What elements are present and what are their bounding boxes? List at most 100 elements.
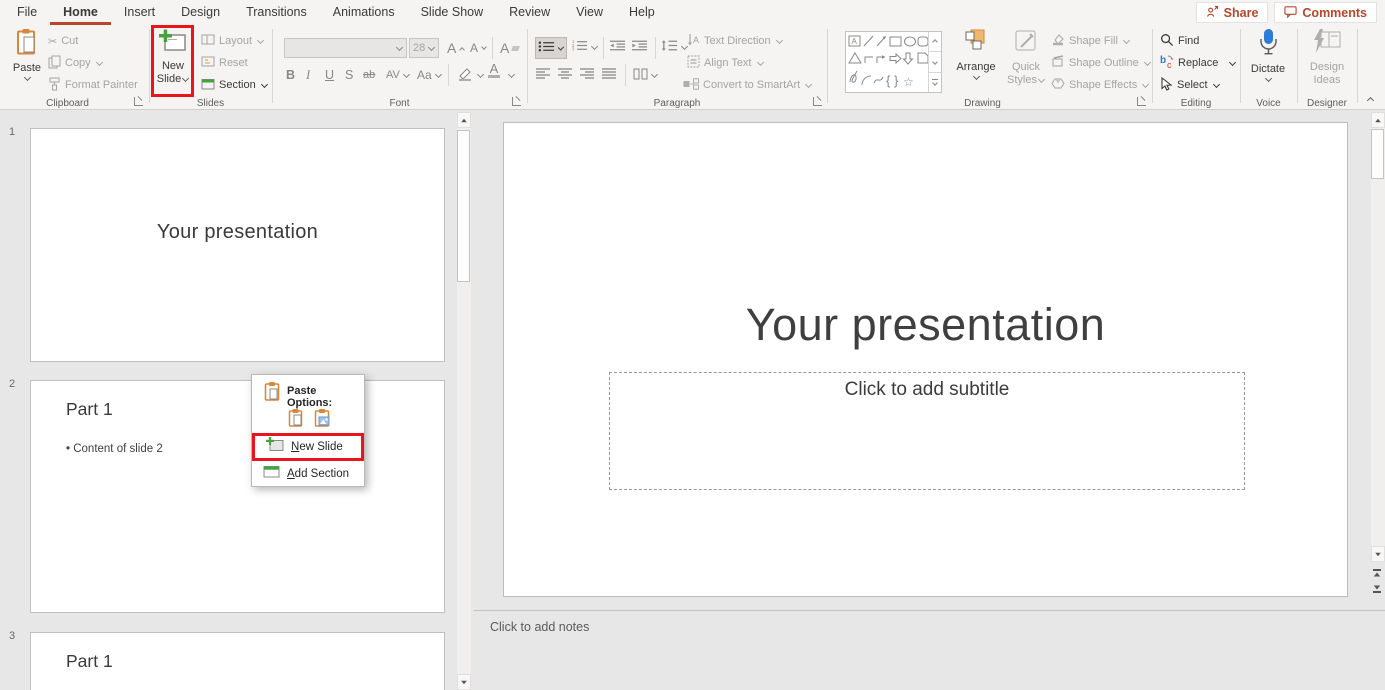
shadow-button[interactable]: S bbox=[345, 65, 353, 85]
paste-dropdown-chevron[interactable] bbox=[24, 74, 31, 81]
notes-pane[interactable]: Click to add notes bbox=[474, 610, 1385, 690]
next-slide-button[interactable] bbox=[1371, 582, 1383, 596]
bullets-chevron[interactable] bbox=[558, 44, 564, 50]
section-dropdown-chevron[interactable] bbox=[261, 80, 268, 87]
shrink-font-button[interactable]: A bbox=[470, 38, 487, 58]
format-painter-button[interactable]: Format Painter bbox=[48, 76, 138, 94]
shape-effects-button[interactable]: Shape Effects bbox=[1051, 76, 1149, 94]
grow-font-button[interactable]: A bbox=[447, 38, 465, 58]
align-right-button[interactable] bbox=[579, 65, 595, 85]
reset-button[interactable]: Reset bbox=[201, 54, 248, 72]
align-text-chevron bbox=[756, 58, 763, 65]
tab-view[interactable]: View bbox=[563, 0, 616, 25]
thumbnail-scrollbar[interactable] bbox=[457, 112, 471, 690]
dictate-button[interactable]: Dictate bbox=[1247, 28, 1289, 83]
gallery-more-button[interactable] bbox=[929, 73, 941, 92]
editor-scrollbar-thumb[interactable] bbox=[1371, 129, 1384, 179]
change-case-button[interactable]: Aa bbox=[417, 65, 442, 85]
align-center-button[interactable] bbox=[557, 65, 573, 85]
layout-button[interactable]: Layout bbox=[201, 32, 264, 50]
cut-button[interactable]: ✂ Cut bbox=[48, 32, 78, 50]
thumbnail-scroll-down-button[interactable] bbox=[457, 674, 471, 690]
collapse-ribbon-button[interactable] bbox=[1367, 97, 1374, 104]
slide-title-text[interactable]: Your presentation bbox=[504, 299, 1347, 351]
decrease-indent-button[interactable] bbox=[609, 37, 626, 57]
quick-styles-button[interactable]: Quick Styles bbox=[1003, 28, 1049, 87]
italic-button[interactable]: I bbox=[306, 65, 310, 85]
slide-2-thumbnail[interactable]: Part 1 • Content of slide 2 bbox=[30, 380, 445, 613]
shape-fill-button[interactable]: Shape Fill bbox=[1051, 32, 1130, 50]
gallery-scroll-up-button[interactable] bbox=[929, 32, 941, 52]
select-button[interactable]: Select bbox=[1160, 76, 1220, 94]
new-slide-button[interactable]: New Slide bbox=[152, 29, 194, 86]
align-text-button[interactable]: Align Text bbox=[687, 54, 764, 72]
slide-3-thumbnail[interactable]: Part 1 bbox=[30, 632, 445, 690]
editing-group: Find bc Replace Select Editing bbox=[1152, 25, 1240, 110]
paste-as-picture-button[interactable] bbox=[313, 407, 332, 427]
tab-review[interactable]: Review bbox=[496, 0, 563, 25]
previous-slide-button[interactable] bbox=[1371, 566, 1383, 580]
convert-smartart-button[interactable]: Convert to SmartArt bbox=[683, 76, 812, 94]
bold-button[interactable]: B bbox=[286, 65, 295, 85]
clipboard-dialog-launcher[interactable] bbox=[134, 97, 143, 106]
clear-formatting-button[interactable]: A bbox=[500, 38, 519, 58]
tab-home[interactable]: Home bbox=[50, 0, 111, 25]
new-slide-dropdown-chevron[interactable] bbox=[182, 75, 189, 82]
editor-scroll-up-button[interactable] bbox=[1371, 112, 1385, 128]
gallery-scroll-down-button[interactable] bbox=[929, 52, 941, 72]
comments-button[interactable]: Comments bbox=[1274, 2, 1377, 23]
arrange-button[interactable]: Arrange bbox=[951, 28, 1001, 81]
copy-button[interactable]: Copy bbox=[48, 54, 103, 72]
arrange-chevron[interactable] bbox=[973, 73, 980, 80]
highlight-color-button[interactable] bbox=[457, 65, 484, 85]
context-menu-new-slide-item[interactable]: New Slide bbox=[252, 433, 364, 461]
font-dialog-launcher[interactable] bbox=[512, 97, 521, 106]
editor-scroll-down-button[interactable] bbox=[1371, 546, 1385, 562]
paste-button[interactable]: Paste bbox=[6, 28, 48, 82]
shapes-gallery[interactable]: A { } ☆ bbox=[845, 31, 942, 93]
slide-canvas[interactable]: Your presentation Click to add subtitle bbox=[503, 122, 1348, 597]
tab-file[interactable]: File bbox=[4, 0, 50, 25]
underline-button[interactable]: U bbox=[325, 65, 334, 85]
justify-button[interactable] bbox=[601, 65, 617, 85]
tab-slide-show[interactable]: Slide Show bbox=[408, 0, 497, 25]
replace-button[interactable]: bc Replace bbox=[1160, 54, 1236, 72]
paragraph-dialog-launcher[interactable] bbox=[813, 97, 822, 106]
section-button[interactable]: Section bbox=[201, 76, 268, 94]
bullets-button[interactable] bbox=[535, 37, 567, 59]
context-menu-add-section-item[interactable]: Add Section bbox=[252, 463, 364, 485]
columns-button[interactable] bbox=[633, 65, 658, 85]
paste-keep-theme-button[interactable] bbox=[286, 407, 305, 427]
font-color-button[interactable]: A bbox=[488, 63, 500, 83]
dictate-chevron[interactable] bbox=[1265, 75, 1272, 82]
line-spacing-button[interactable] bbox=[661, 37, 688, 57]
copy-dropdown-chevron[interactable] bbox=[96, 58, 103, 65]
subtitle-placeholder[interactable]: Click to add subtitle bbox=[609, 372, 1245, 490]
font-size-combobox[interactable]: 28 bbox=[409, 38, 439, 58]
numbering-button[interactable]: 123 bbox=[571, 37, 598, 57]
thumbnail-scrollbar-thumb[interactable] bbox=[457, 130, 470, 282]
slide-1-thumbnail[interactable]: Your presentation bbox=[30, 128, 445, 362]
align-right-icon bbox=[579, 67, 595, 83]
editor-scrollbar[interactable] bbox=[1371, 112, 1385, 562]
tab-animations[interactable]: Animations bbox=[320, 0, 408, 25]
tab-design[interactable]: Design bbox=[168, 0, 233, 25]
shape-outline-button[interactable]: Shape Outline bbox=[1051, 54, 1151, 72]
layout-dropdown-chevron[interactable] bbox=[257, 36, 264, 43]
font-name-combobox[interactable] bbox=[284, 38, 407, 58]
drawing-dialog-launcher[interactable] bbox=[1137, 97, 1146, 106]
increase-indent-button[interactable] bbox=[631, 37, 648, 57]
select-chevron[interactable] bbox=[1213, 80, 1220, 87]
replace-chevron[interactable] bbox=[1229, 58, 1236, 65]
align-left-button[interactable] bbox=[535, 65, 551, 85]
share-button[interactable]: Share bbox=[1196, 2, 1269, 23]
find-button[interactable]: Find bbox=[1160, 32, 1199, 50]
strikethrough-button[interactable]: ab bbox=[363, 65, 375, 85]
character-spacing-button[interactable]: AV bbox=[386, 65, 410, 85]
design-ideas-button[interactable]: Design Ideas bbox=[1303, 28, 1351, 87]
text-direction-button[interactable]: A Text Direction bbox=[687, 32, 783, 50]
thumbnail-scroll-up-button[interactable] bbox=[457, 112, 471, 128]
tab-help[interactable]: Help bbox=[616, 0, 668, 25]
tab-insert[interactable]: Insert bbox=[111, 0, 168, 25]
tab-transitions[interactable]: Transitions bbox=[233, 0, 320, 25]
